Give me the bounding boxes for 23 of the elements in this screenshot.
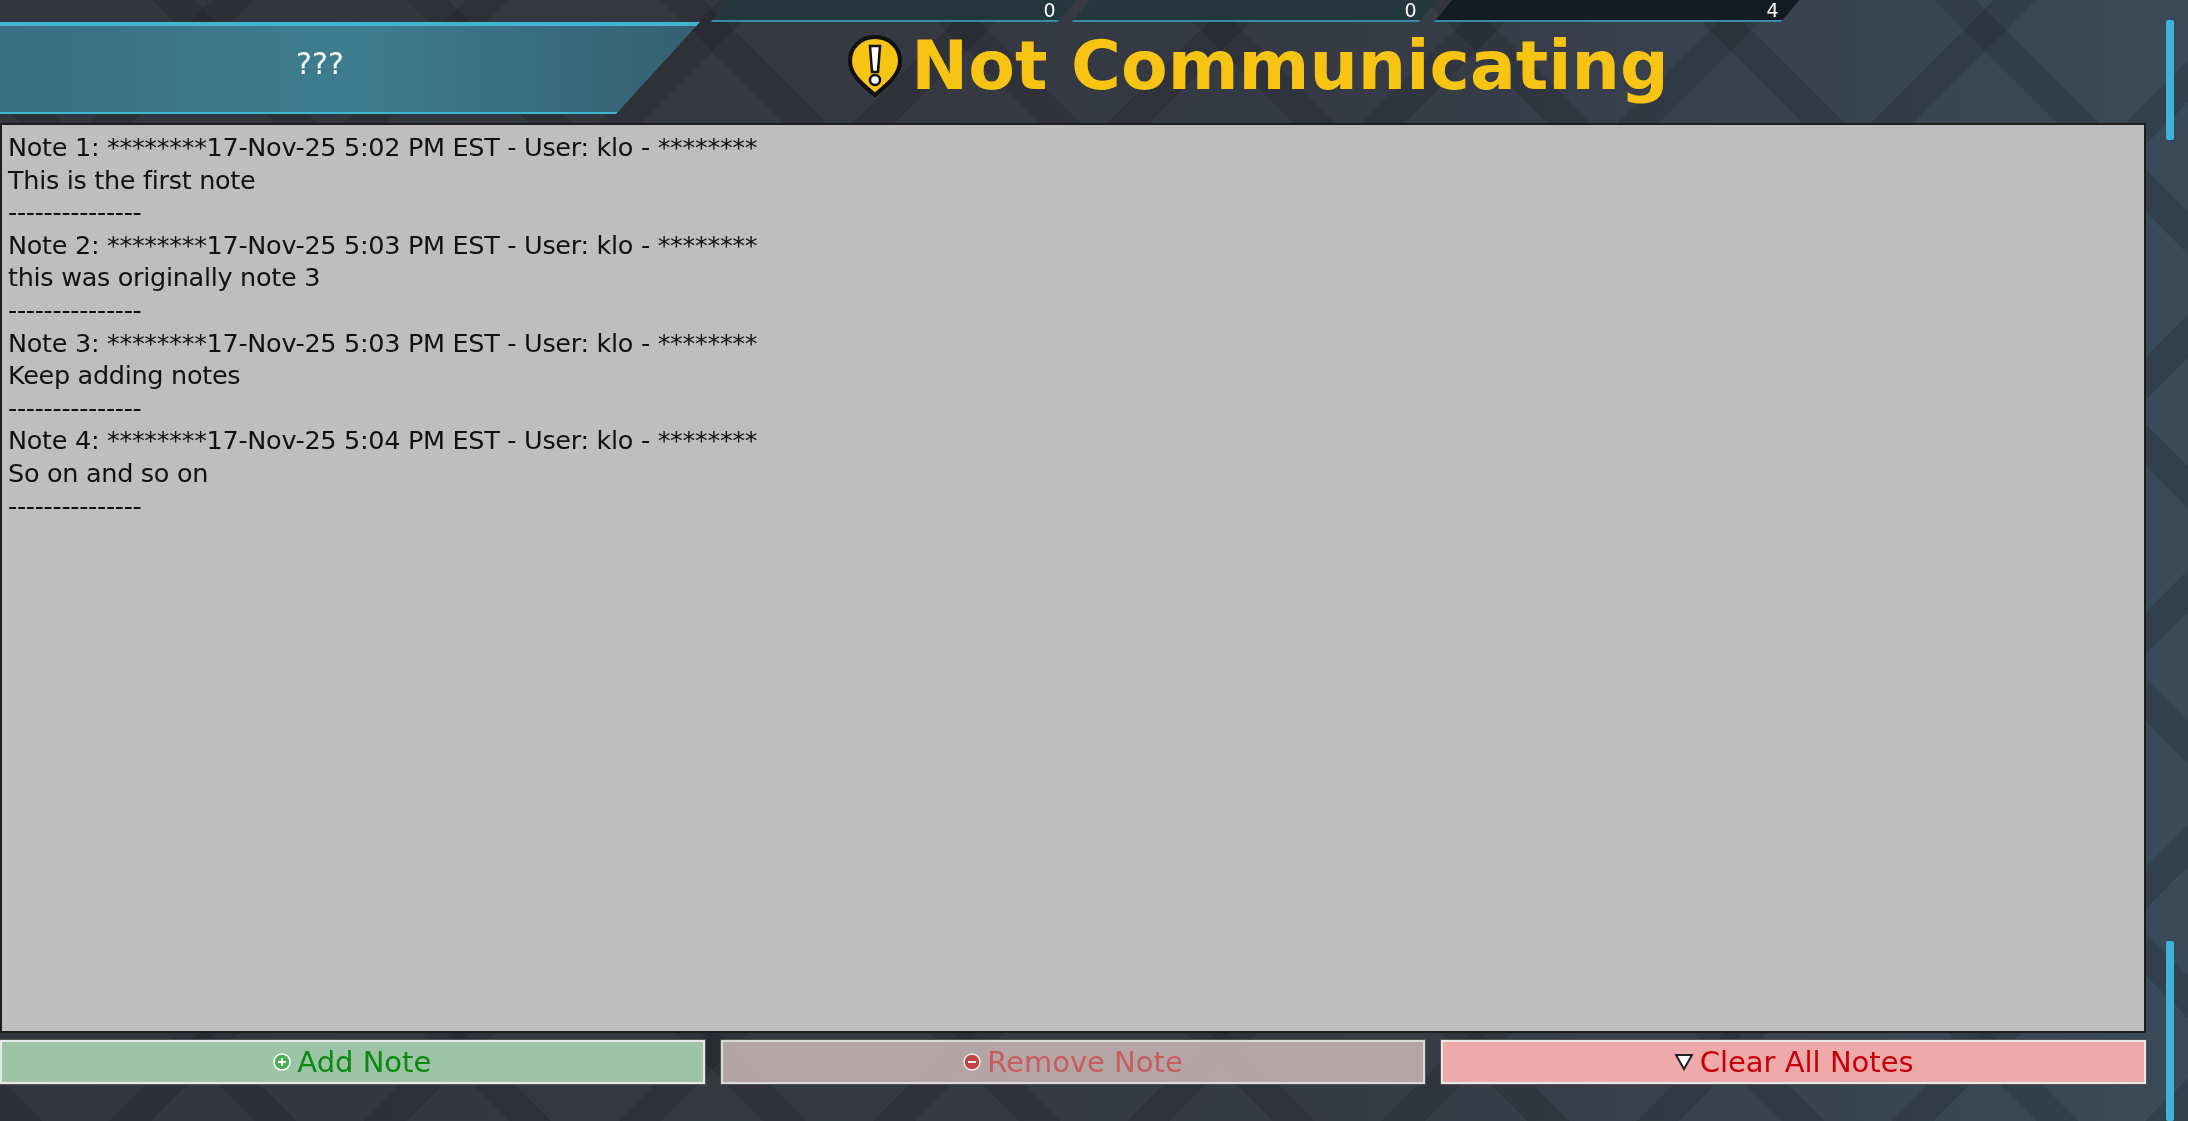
note-separator: --------------- bbox=[8, 489, 142, 523]
note-separator: --------------- bbox=[8, 293, 142, 327]
counter-value: 0 bbox=[1405, 0, 1418, 20]
note-header: Note 1: ********17-Nov-25 5:02 PM EST - User: klo - ******** bbox=[8, 131, 758, 164]
minus-icon bbox=[963, 1053, 982, 1071]
note-header: Note 4: ********17-Nov-25 5:04 PM EST - User: klo - ******** bbox=[8, 424, 758, 457]
counter-value: 0 bbox=[1044, 0, 1057, 20]
triangle-down-icon bbox=[1673, 1053, 1694, 1071]
clear-notes-button[interactable]: Clear All Notes bbox=[1441, 1040, 2146, 1084]
note-text: So on and so on bbox=[8, 456, 209, 490]
note-separator: --------------- bbox=[8, 196, 142, 229]
note-text: Keep adding notes bbox=[8, 359, 241, 392]
warning-icon bbox=[847, 34, 904, 98]
counter-value: 4 bbox=[1766, 0, 1779, 20]
add-note-button[interactable]: Add Note bbox=[0, 1040, 705, 1084]
note-separator: --------------- bbox=[8, 391, 142, 425]
plus-icon bbox=[273, 1053, 292, 1071]
note-header: Note 2: ********17-Nov-25 5:03 PM EST - User: klo - ******** bbox=[8, 228, 758, 262]
notes-area[interactable] bbox=[0, 123, 2146, 1033]
note-text: This is the first note bbox=[8, 163, 256, 197]
note-text: this was originally note 3 bbox=[8, 261, 321, 294]
note-header: Note 3: ********17-Nov-25 5:03 PM EST - User: klo - ******** bbox=[8, 326, 758, 360]
panel-label: ??? bbox=[296, 45, 344, 81]
